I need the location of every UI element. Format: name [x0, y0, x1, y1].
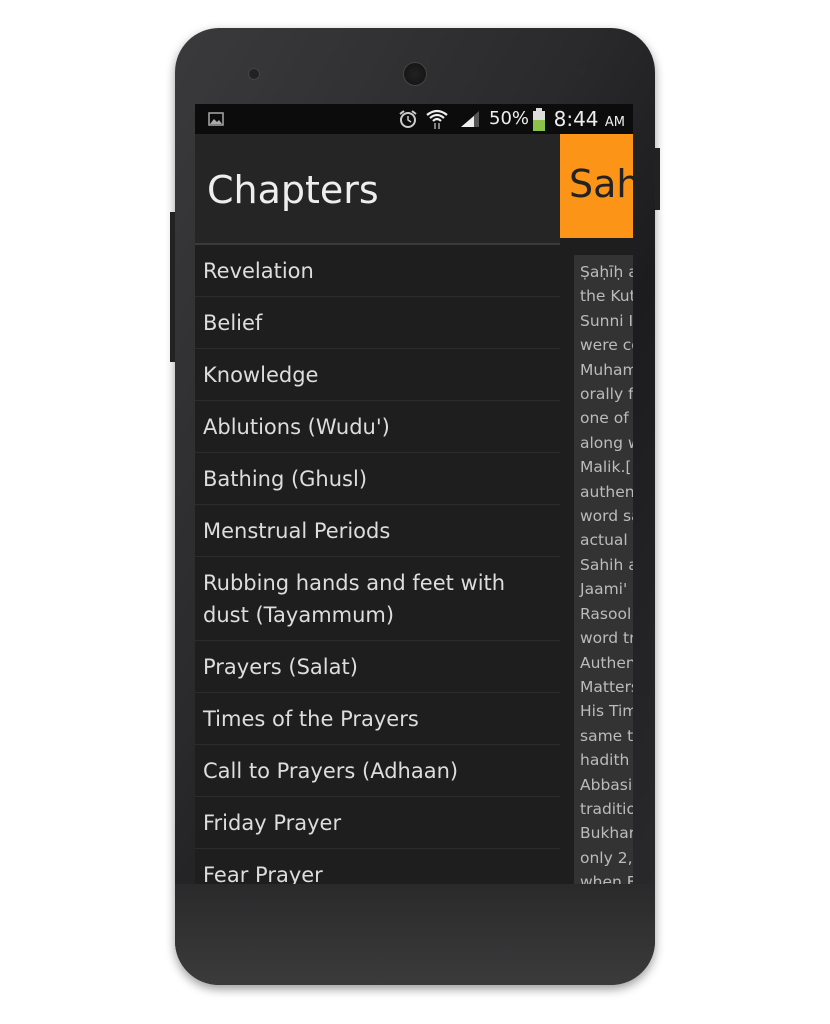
detail-text-line: Sahih a	[580, 555, 633, 574]
detail-text-line: Ṣaḥīḥ a	[580, 263, 633, 281]
detail-panel: Ṣaḥīḥ a the Kut Sunni Is were co Muham orally…	[574, 255, 633, 884]
detail-text-line: when B	[580, 873, 633, 884]
chapter-item[interactable]: Fear Prayer	[195, 849, 560, 884]
volume-button	[170, 212, 175, 362]
detail-text-line: authen	[580, 482, 633, 501]
screen: 50% 8:44 AM Chapters Sah Revelation Belie…	[195, 104, 633, 884]
chapter-item[interactable]: Call to Prayers (Adhaan)	[195, 745, 560, 797]
chapters-header: Chapters	[195, 134, 560, 245]
image-icon	[208, 112, 224, 126]
chapter-item[interactable]: Bathing (Ghusl)	[195, 453, 560, 505]
detail-text-line: same ti	[580, 726, 633, 745]
chapter-item[interactable]: Knowledge	[195, 349, 560, 401]
wifi-icon	[426, 109, 448, 129]
sensor	[563, 68, 571, 76]
detail-text-line: Matters	[580, 677, 633, 696]
status-bar: 50% 8:44 AM	[195, 104, 633, 134]
chapter-item[interactable]: Menstrual Periods	[195, 505, 560, 557]
detail-text-line: Authen	[580, 653, 633, 672]
detail-text-line: Bukhar	[580, 824, 633, 843]
detail-text-line: actual t	[580, 531, 633, 550]
page-title: Chapters	[207, 168, 379, 212]
clock-ampm: AM	[604, 115, 625, 130]
detail-text-line: only 2,6	[580, 848, 633, 867]
detail-text-line: orally fo	[580, 385, 633, 404]
chapter-item[interactable]: Friday Prayer	[195, 797, 560, 849]
clock: 8:44 AM	[554, 107, 625, 131]
earpiece-speaker	[403, 62, 427, 86]
chapter-item[interactable]: Ablutions (Wudu')	[195, 401, 560, 453]
detail-text-line: His Tim	[580, 702, 633, 721]
clock-time: 8:44	[553, 107, 599, 131]
chapter-item[interactable]: Rubbing hands and feet with dust (Tayamm…	[195, 557, 560, 641]
detail-text-line: traditio	[580, 799, 633, 818]
detail-text-line: Rasool	[580, 604, 632, 623]
chapter-list: Revelation Belief Knowledge Ablutions (Wudu…	[195, 245, 560, 884]
front-camera	[248, 68, 260, 80]
battery-icon	[533, 108, 545, 131]
detail-text-line: word tr	[580, 629, 633, 648]
detail-text-line: Muham	[580, 360, 633, 379]
signal-icon	[461, 111, 479, 127]
detail-text-line: Malik.[1	[580, 458, 633, 477]
detail-text-line: along w	[580, 433, 633, 452]
detail-text-line: one of	[580, 409, 629, 428]
alarm-icon	[399, 110, 417, 128]
detail-text-line: hadith	[580, 751, 630, 770]
battery-percent: 50%	[489, 108, 530, 129]
book-tile[interactable]: Sah	[560, 134, 633, 238]
chapter-item[interactable]: Prayers (Salat)	[195, 641, 560, 693]
sensor	[578, 68, 586, 76]
detail-text-line: the Kut	[580, 287, 633, 306]
chapter-item[interactable]: Revelation	[195, 245, 560, 297]
phone-chin	[175, 884, 655, 985]
detail-text-line: were co	[580, 336, 633, 355]
chapter-item[interactable]: Belief	[195, 297, 560, 349]
detail-text-line: Jaami' .	[580, 580, 633, 599]
detail-text-line: Sunni Is	[580, 311, 633, 330]
book-tile-label: Sah	[569, 162, 633, 206]
detail-text-line: word sa	[580, 507, 633, 526]
power-button	[655, 148, 660, 210]
detail-text-line: Abbasi	[580, 775, 633, 794]
chapter-item[interactable]: Times of the Prayers	[195, 693, 560, 745]
